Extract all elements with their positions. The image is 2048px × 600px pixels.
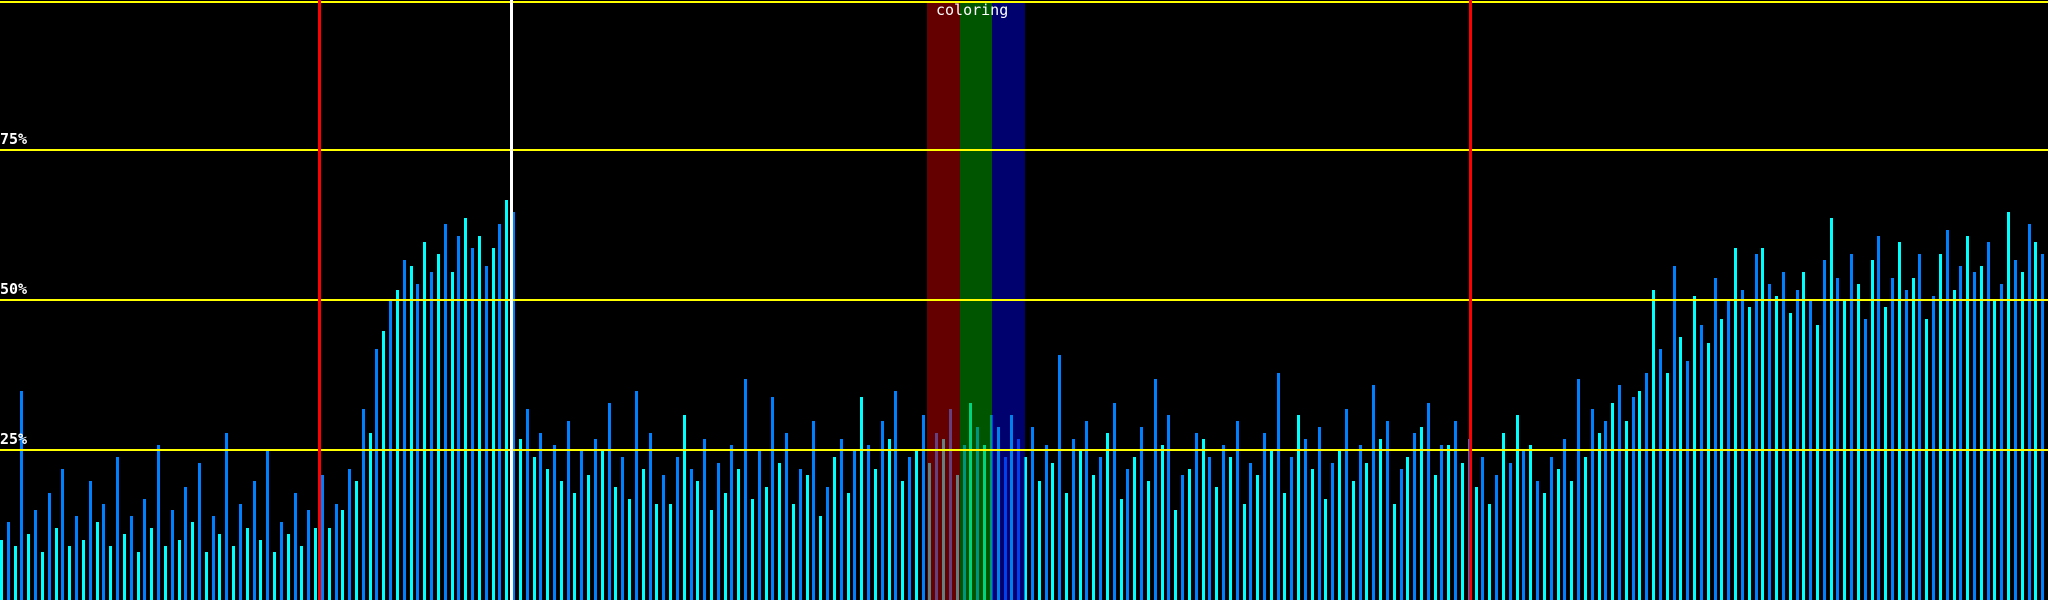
ytick-50: 50% — [0, 280, 28, 298]
ytick-75: 75% — [0, 130, 28, 148]
ytick-25: 25% — [0, 430, 28, 448]
text-layer: 75% 50% 25% coloring — [0, 0, 2048, 600]
coloring-label: coloring — [936, 1, 1009, 19]
chart: 75% 50% 25% coloring — [0, 0, 2048, 600]
